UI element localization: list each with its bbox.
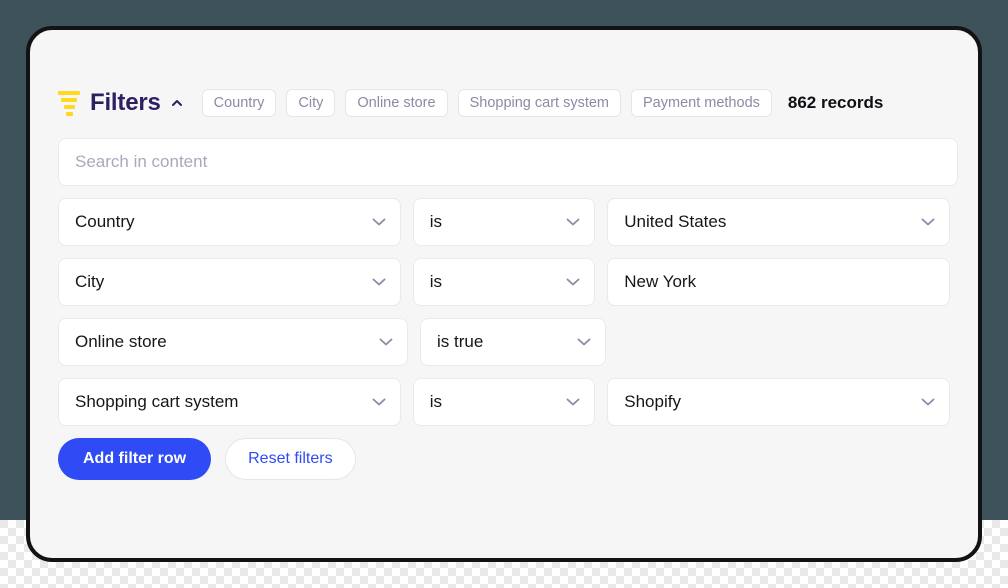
chevron-down-icon: [566, 278, 580, 286]
filter-field-value: City: [75, 272, 105, 291]
funnel-icon: [58, 90, 80, 116]
filters-card: Filters Country City Online store Shoppi…: [26, 26, 982, 562]
filter-field-select[interactable]: City: [58, 258, 401, 306]
filter-operator-select[interactable]: is: [412, 258, 596, 306]
filter-row: Country is United States: [58, 198, 951, 246]
filter-operator-value: is: [429, 212, 443, 231]
filter-operator-value: is: [429, 392, 443, 411]
filter-actions: Add filter row Reset filters: [58, 438, 950, 480]
filter-operator-select[interactable]: is true: [420, 318, 606, 366]
filter-field-value: Online store: [75, 332, 167, 351]
filter-chip-shopping-cart-system[interactable]: Shopping cart system: [457, 89, 622, 117]
page-title: Filters: [90, 89, 161, 116]
filter-field-value: Shopping cart system: [75, 392, 239, 411]
filter-value-text: United States: [624, 212, 727, 231]
screenshot-canvas: Filters Country City Online store Shoppi…: [0, 0, 1008, 588]
chevron-down-icon: [566, 218, 580, 226]
chevron-down-icon: [921, 398, 935, 406]
filter-field-select[interactable]: Country: [58, 198, 401, 246]
chevron-down-icon: [921, 218, 935, 226]
chevron-down-icon: [566, 398, 580, 406]
reset-filters-button[interactable]: Reset filters: [225, 438, 356, 480]
chevron-down-icon: [372, 398, 386, 406]
filter-operator-value: is true: [437, 332, 484, 351]
filter-field-select[interactable]: Shopping cart system: [58, 378, 401, 426]
filter-value-text: New York: [624, 272, 697, 291]
filter-operator-select[interactable]: is: [412, 198, 596, 246]
search-input[interactable]: [58, 138, 958, 186]
filter-operator-value: is: [429, 272, 443, 291]
filter-row: City is New York: [58, 258, 951, 306]
filters-header: Filters Country City Online store Shoppi…: [58, 86, 950, 120]
filter-field-value: Country: [75, 212, 135, 231]
filter-row: Shopping cart system is Shopify: [58, 378, 951, 426]
filter-value-text: Shopify: [624, 392, 681, 411]
filter-value-input[interactable]: New York: [607, 258, 951, 306]
filter-chip-city[interactable]: City: [286, 89, 336, 117]
filter-value-select[interactable]: Shopify: [607, 378, 951, 426]
filter-chip-online-store[interactable]: Online store: [345, 89, 448, 117]
filter-value-select[interactable]: United States: [607, 198, 951, 246]
chevron-down-icon: [577, 338, 591, 346]
filter-chip-payment-methods[interactable]: Payment methods: [631, 89, 772, 117]
filter-chip-country[interactable]: Country: [201, 89, 277, 117]
filter-row: Online store is true: [58, 318, 950, 366]
record-count: 862 records: [787, 93, 884, 112]
add-filter-row-button[interactable]: Add filter row: [58, 438, 212, 480]
chevron-up-icon[interactable]: [170, 96, 184, 110]
chevron-down-icon: [372, 278, 386, 286]
filter-operator-select[interactable]: is: [412, 378, 596, 426]
chevron-down-icon: [379, 338, 393, 346]
filter-field-select[interactable]: Online store: [58, 318, 408, 366]
chevron-down-icon: [372, 218, 386, 226]
